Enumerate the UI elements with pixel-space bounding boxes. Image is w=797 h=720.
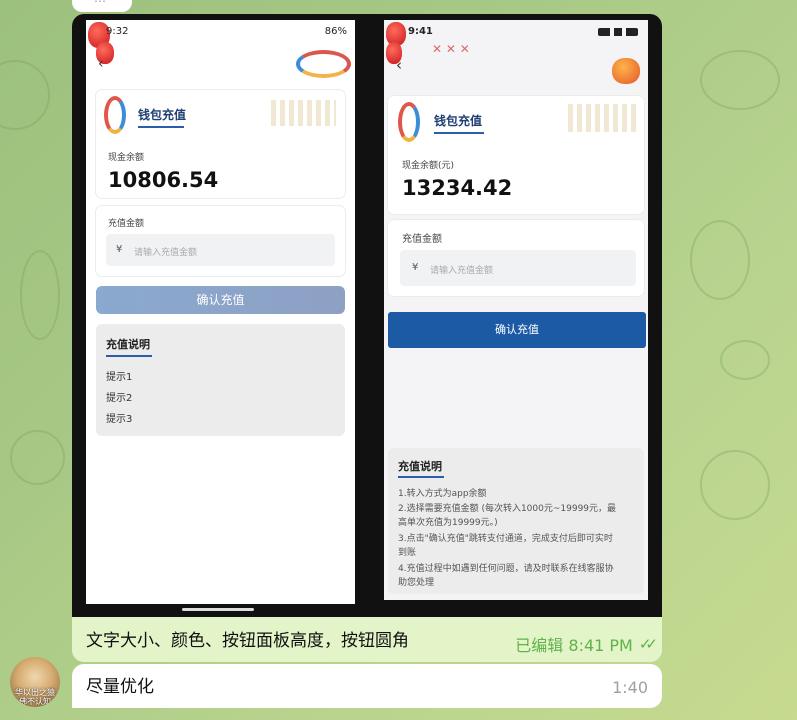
amount-placeholder: 请输入充值金额 <box>430 266 494 276</box>
message-caption: 文字大小、颜色、按钮面板高度，按钮圆角 <box>86 631 409 651</box>
image-message-bubble[interactable]: 9:32 86% ‹ 钱包充值 现金余额 10806.54 充值金额 ¥ 请输入… <box>72 14 662 662</box>
page-title: 钱包充值 <box>138 108 187 122</box>
balance-value: 13234.42 <box>402 176 513 200</box>
hint-line: 到账 <box>398 548 417 558</box>
hint-line: 助您处理 <box>398 578 435 588</box>
currency-symbol: ¥ <box>116 244 123 255</box>
birds-decoration: ✕ ✕ ✕ <box>432 42 470 56</box>
hints-title-underline <box>398 476 444 478</box>
logo-icon <box>104 96 126 134</box>
hints-panel: 充值说明 提示1 提示2 提示3 <box>96 324 345 436</box>
balance-card: 钱包充值 现金余额 10806.54 <box>96 90 345 198</box>
city-skyline-decoration <box>271 100 336 126</box>
message-text: 尽量优化 <box>86 677 154 697</box>
edited-time: 已编辑 8:41 PM <box>515 636 633 655</box>
signal-wifi-battery-icon <box>598 28 638 36</box>
message-time: 1:40 <box>612 678 648 697</box>
page-title: 钱包充值 <box>434 114 483 128</box>
hint-line: 4.充值过程中如遇到任何问题，请及时联系在线客服协 <box>398 564 614 574</box>
battery-level: 86% <box>324 26 347 37</box>
background-doodle <box>20 250 60 340</box>
background-doodle <box>10 430 65 485</box>
amount-input[interactable]: ¥ 请输入充值金额 <box>400 250 636 286</box>
back-icon[interactable]: ‹ <box>396 56 402 74</box>
message-meta: 已编辑 8:41 PM ✓✓ <box>515 632 658 656</box>
title-underline <box>138 126 184 128</box>
hint-line: 提示1 <box>106 372 133 383</box>
status-time: 9:41 <box>408 26 433 37</box>
hint-line: 2.选择需要充值金额 (每次转入1000元~19999元，最 <box>398 504 617 514</box>
hints-title-underline <box>106 355 152 357</box>
home-indicator-bar <box>182 608 254 611</box>
hint-line: 提示3 <box>106 414 133 425</box>
previous-message-bubble[interactable]: … <box>72 0 132 12</box>
amount-placeholder: 请输入充值金额 <box>134 248 198 258</box>
hints-title: 充值说明 <box>106 338 150 351</box>
currency-symbol: ¥ <box>412 262 419 273</box>
logo-icon <box>398 102 420 142</box>
back-icon[interactable]: ‹ <box>98 56 104 72</box>
avatar-caption: 华以出之猿 佛不认知 <box>15 688 55 706</box>
hint-line: 3.点击"确认充值"跳转支付通道，完成支付后即可实时 <box>398 534 613 544</box>
amount-input[interactable]: ¥ 请输入充值金额 <box>106 234 335 266</box>
amount-label: 充值金额 <box>108 219 145 229</box>
hint-line: 高单次充值为19999元。) <box>398 518 498 528</box>
phone-screen-right: 9:41 ‹ ✕ ✕ ✕ 钱包充值 现金余额(元) 13234.42 充值金额 … <box>384 20 648 600</box>
phone-screen-left: 9:32 86% ‹ 钱包充值 现金余额 10806.54 充值金额 ¥ 请输入… <box>86 20 355 604</box>
lantern-decoration <box>612 58 640 84</box>
double-check-icon: ✓✓ <box>638 635 658 653</box>
amount-card: 充值金额 ¥ 请输入充值金额 <box>96 206 345 276</box>
hints-title: 充值说明 <box>398 460 442 473</box>
background-doodle <box>690 220 750 300</box>
balance-label: 现金余额(元) <box>402 161 455 171</box>
text-message-bubble[interactable]: 尽量优化 1:40 <box>72 664 662 708</box>
previous-message-text: … <box>94 0 106 5</box>
amount-card: 充值金额 ¥ 请输入充值金额 <box>388 220 644 296</box>
avatar[interactable]: 华以出之猿 佛不认知 <box>10 657 60 707</box>
status-time: 9:32 <box>106 26 129 37</box>
confirm-button[interactable]: 确认充值 <box>96 286 345 314</box>
background-doodle <box>700 50 780 110</box>
background-doodle <box>0 60 50 130</box>
hints-panel: 充值说明 1.转入方式为app余额 2.选择需要充值金额 (每次转入1000元~… <box>388 448 644 594</box>
screenshot-image[interactable]: 9:32 86% ‹ 钱包充值 现金余额 10806.54 充值金额 ¥ 请输入… <box>72 14 662 617</box>
city-skyline-decoration <box>568 104 638 132</box>
amount-label: 充值金额 <box>402 234 442 245</box>
confirm-button[interactable]: 确认充值 <box>388 312 646 348</box>
balance-label: 现金余额 <box>108 153 145 163</box>
balance-card: 钱包充值 现金余额(元) 13234.42 <box>388 96 644 214</box>
ribbon-decoration <box>296 50 351 78</box>
background-doodle <box>700 450 770 520</box>
background-doodle <box>720 340 770 380</box>
title-underline <box>434 132 484 134</box>
balance-value: 10806.54 <box>108 168 219 192</box>
hint-line: 提示2 <box>106 393 133 404</box>
hint-line: 1.转入方式为app余额 <box>398 489 487 499</box>
